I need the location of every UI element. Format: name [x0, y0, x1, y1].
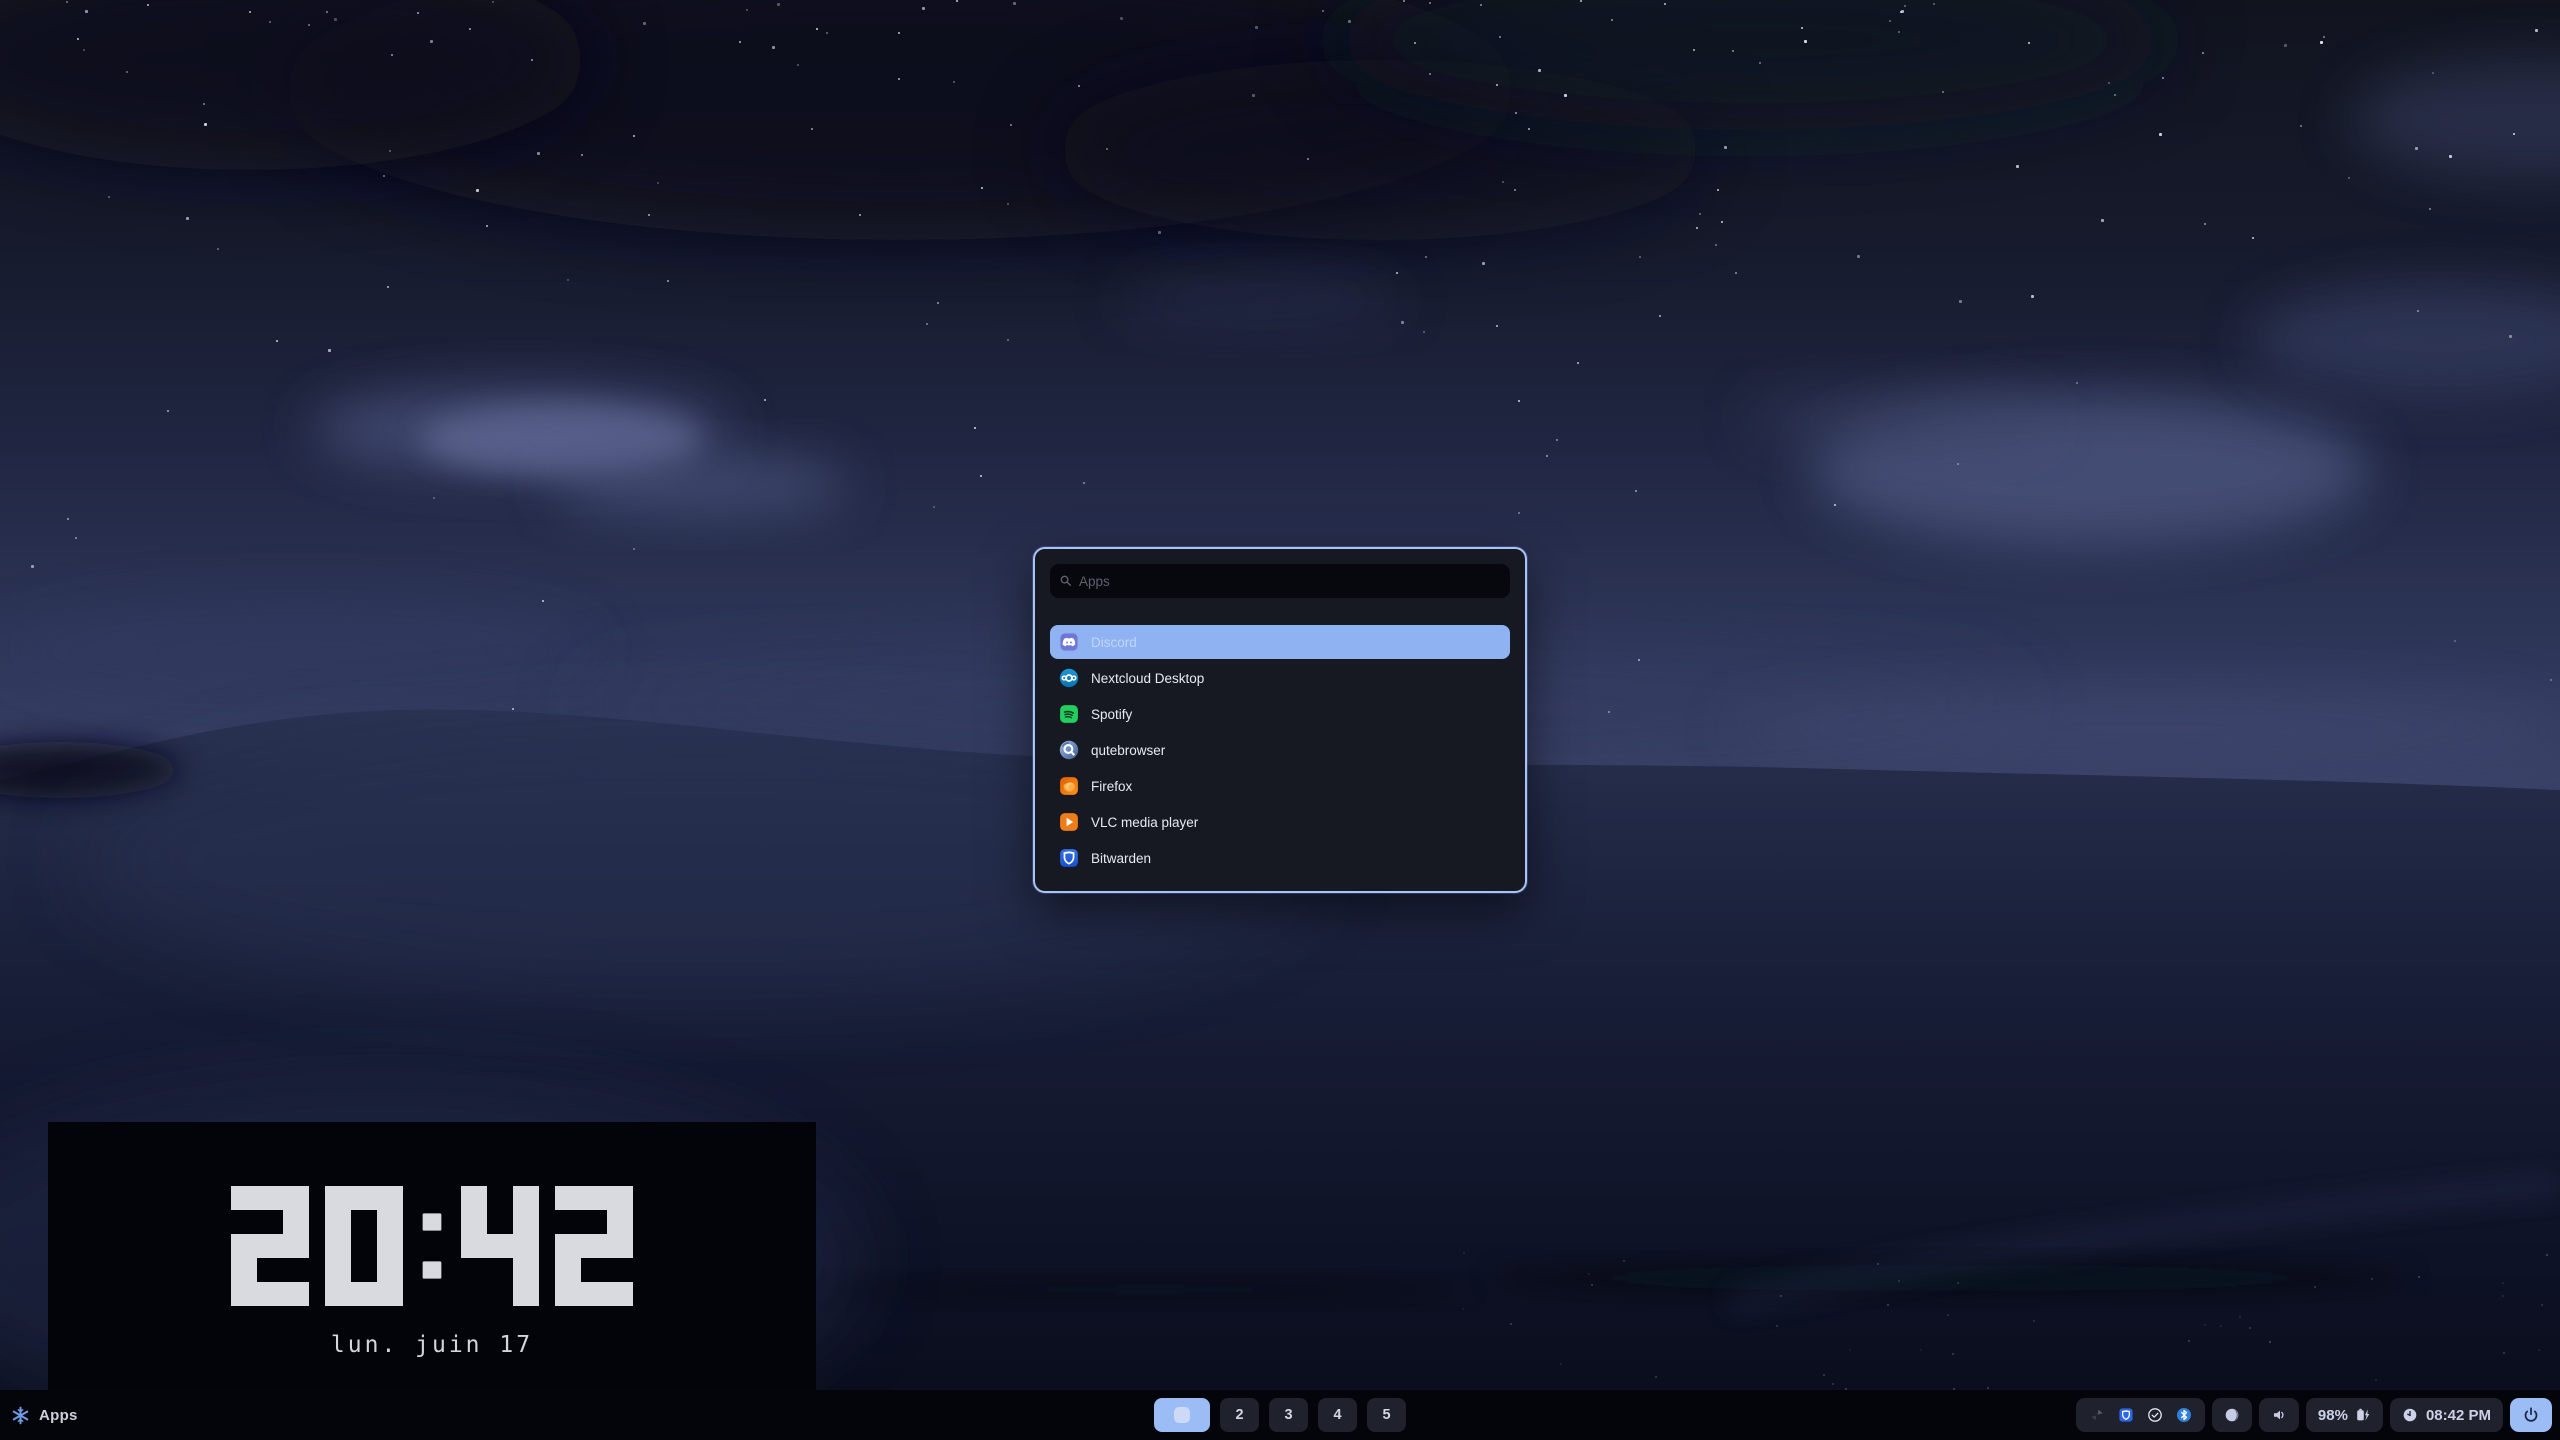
workspace-label: 3: [1284, 1407, 1292, 1423]
app-row-vlc[interactable]: VLC media player: [1050, 805, 1510, 839]
night-light-toggle[interactable]: [2212, 1398, 2252, 1432]
app-label: Firefox: [1091, 779, 1132, 794]
battery-charging-icon: [2353, 1407, 2371, 1423]
app-label: qutebrowser: [1091, 743, 1165, 758]
taskbar: Apps 2 3 4 5: [0, 1390, 2560, 1440]
taskbar-time: 08:42 PM: [2426, 1407, 2491, 1424]
workspace-button-2[interactable]: 2: [1220, 1398, 1259, 1432]
power-button[interactable]: [2510, 1398, 2552, 1432]
kde-connect-icon[interactable]: [2089, 1407, 2105, 1423]
app-label: Discord: [1091, 635, 1137, 650]
app-icon: [1059, 848, 1079, 868]
app-label: Nextcloud Desktop: [1091, 671, 1204, 686]
search-input[interactable]: [1050, 564, 1510, 598]
workspace-button-3[interactable]: 3: [1269, 1398, 1308, 1432]
app-label: Spotify: [1091, 707, 1132, 722]
app-icon: [1059, 668, 1079, 688]
launcher-app-list: Discord Nextcloud Desktop Spotify qutebr…: [1050, 625, 1510, 875]
battery-indicator[interactable]: 98%: [2306, 1398, 2383, 1432]
workspace-label: 4: [1333, 1407, 1341, 1423]
power-icon: [2522, 1406, 2540, 1424]
app-row-discord[interactable]: Discord: [1050, 625, 1510, 659]
workspace-button-5[interactable]: 5: [1367, 1398, 1406, 1432]
desktop: lun. juin 17 Discord Nextcloud Desktop: [0, 0, 2560, 1440]
nixos-snowflake-icon: [11, 1406, 30, 1425]
workspace-label: 2: [1235, 1407, 1243, 1423]
app-icon: [1059, 812, 1079, 832]
app-row-qutebrowser[interactable]: qutebrowser: [1050, 733, 1510, 767]
app-icon: [1059, 632, 1079, 652]
app-row-firefox[interactable]: Firefox: [1050, 769, 1510, 803]
apps-menu-button[interactable]: Apps: [11, 1390, 78, 1440]
bitwarden-tray-icon[interactable]: [2118, 1407, 2134, 1423]
volume-icon: [2271, 1407, 2287, 1423]
system-tray: [2076, 1398, 2205, 1432]
clock-icon: [2402, 1407, 2418, 1423]
workspace-window-indicator: [1174, 1407, 1190, 1423]
app-row-nextcloud[interactable]: Nextcloud Desktop: [1050, 661, 1510, 695]
clock-indicator[interactable]: 08:42 PM: [2390, 1398, 2503, 1432]
app-row-spotify[interactable]: Spotify: [1050, 697, 1510, 731]
workspace-label: 5: [1382, 1407, 1390, 1423]
app-icon: [1059, 776, 1079, 796]
taskbar-right: 98% 08:42 PM: [2076, 1398, 2552, 1432]
clock-time: [231, 1186, 633, 1306]
battery-percent: 98%: [2318, 1407, 2348, 1424]
volume-control[interactable]: [2259, 1398, 2299, 1432]
search-icon: [1058, 573, 1074, 589]
app-label: VLC media player: [1091, 815, 1198, 830]
app-icon: [1059, 704, 1079, 724]
bluetooth-icon[interactable]: [2176, 1407, 2192, 1423]
app-row-bitwarden[interactable]: Bitwarden: [1050, 841, 1510, 875]
workspace-button-1[interactable]: [1154, 1398, 1210, 1432]
clock-date: lun. juin 17: [331, 1332, 533, 1358]
app-icon: [1059, 740, 1079, 760]
workspace-button-4[interactable]: 4: [1318, 1398, 1357, 1432]
night-light-moon-icon: [2224, 1407, 2240, 1423]
app-label: Bitwarden: [1091, 851, 1151, 866]
workspace-switcher: 2 3 4 5: [1154, 1398, 1406, 1432]
app-launcher: Discord Nextcloud Desktop Spotify qutebr…: [1033, 547, 1527, 893]
check-circle-icon[interactable]: [2147, 1407, 2163, 1423]
apps-menu-label: Apps: [39, 1407, 78, 1424]
